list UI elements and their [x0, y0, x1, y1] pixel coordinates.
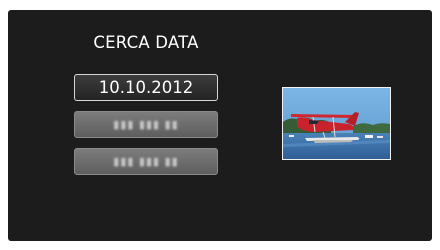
preview-thumbnail [282, 87, 391, 160]
date-button-3[interactable]: ▮▮▮ ▮▮▮ ▮▮ [74, 148, 218, 175]
date-button-1[interactable]: 10.10.2012 [74, 74, 218, 101]
date-button-label: ▮▮▮ ▮▮▮ ▮▮ [113, 155, 179, 168]
date-button-label: 10.10.2012 [98, 78, 194, 97]
screen-title: CERCA DATA [93, 33, 199, 52]
date-search-screen: CERCA DATA 10.10.2012 ▮▮▮ ▮▮▮ ▮▮ ▮▮▮ ▮▮▮… [8, 10, 432, 241]
date-button-2[interactable]: ▮▮▮ ▮▮▮ ▮▮ [74, 111, 218, 138]
date-button-label: ▮▮▮ ▮▮▮ ▮▮ [113, 118, 179, 131]
seaplane-image [283, 88, 390, 159]
